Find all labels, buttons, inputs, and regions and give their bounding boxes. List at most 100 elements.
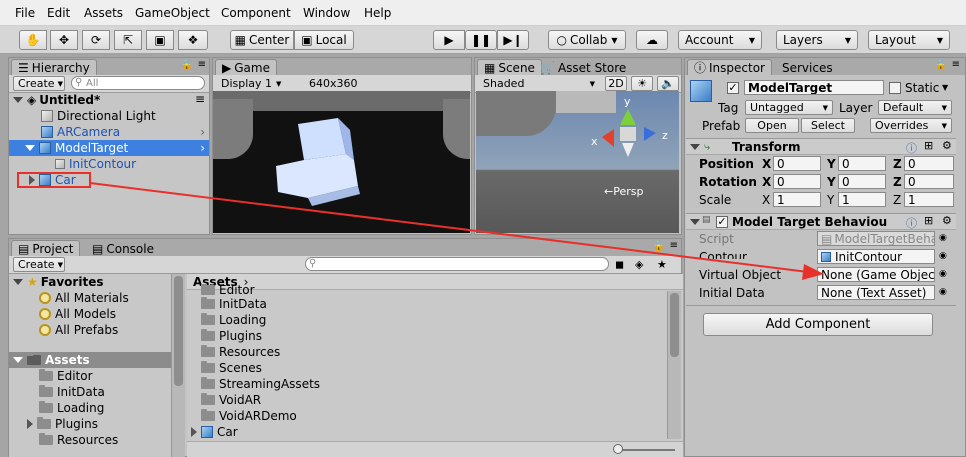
display-dropdown[interactable]: Display 1 ▼ bbox=[217, 76, 285, 91]
prefab-overrides-dropdown[interactable]: Overrides ▼ bbox=[870, 118, 952, 133]
hierarchy-item-arcamera[interactable]: ARCamera › bbox=[9, 124, 209, 140]
hierarchy-item-initcontour[interactable]: InitContour bbox=[9, 156, 209, 172]
file-scroll-thumb[interactable] bbox=[670, 293, 679, 357]
asset-tree-item[interactable]: Editor bbox=[9, 368, 171, 384]
menu-window[interactable]: Window bbox=[303, 6, 350, 20]
hand-tool-button[interactable]: ✋ bbox=[19, 30, 47, 50]
initial-data-field[interactable]: None (Text Asset) bbox=[817, 285, 935, 300]
hierarchy-search-input[interactable]: ⚲ All bbox=[71, 76, 205, 90]
file-row[interactable]: Scenes bbox=[187, 360, 683, 376]
expand-icon[interactable] bbox=[13, 97, 23, 103]
target-icon[interactable]: ◉ bbox=[939, 251, 947, 261]
favorite-star-icon[interactable]: ★ bbox=[657, 258, 667, 271]
filter-type-icon[interactable]: ◼ bbox=[615, 258, 624, 271]
rotation-z-field[interactable]: 0 bbox=[904, 174, 954, 189]
favorites-header[interactable]: ★ Favorites bbox=[9, 274, 171, 290]
pivot-toggle[interactable]: ▦ Center bbox=[230, 30, 294, 50]
tab-console[interactable]: ▤ Console bbox=[85, 240, 161, 256]
menu-gameobject[interactable]: GameObject bbox=[135, 6, 210, 20]
zoom-slider-handle[interactable] bbox=[613, 444, 623, 454]
file-row[interactable]: Plugins bbox=[187, 328, 683, 344]
file-row[interactable]: InitData bbox=[187, 296, 683, 312]
space-toggle[interactable]: ▣ Local bbox=[294, 30, 354, 50]
scene-row[interactable]: ◈ Untitled* ≡ bbox=[9, 92, 209, 108]
audio-toggle[interactable]: 🔈 bbox=[657, 76, 679, 91]
menu-assets[interactable]: Assets bbox=[84, 6, 123, 20]
tab-project[interactable]: ▤ Project bbox=[11, 240, 81, 256]
expand-icon[interactable] bbox=[690, 144, 700, 150]
active-checkbox[interactable]: ✓ bbox=[727, 82, 739, 94]
chevron-right-icon[interactable]: › bbox=[200, 125, 205, 139]
hierarchy-item-modeltarget[interactable]: ModelTarget › bbox=[9, 140, 209, 156]
account-dropdown[interactable]: Account ▼ bbox=[678, 30, 762, 50]
contour-field[interactable]: InitContour bbox=[817, 249, 935, 264]
scene-gizmo[interactable]: y x z bbox=[588, 95, 678, 175]
create-dropdown[interactable]: Create ▼ bbox=[13, 76, 65, 91]
rect-tool-button[interactable]: ▣ bbox=[146, 30, 174, 50]
position-z-field[interactable]: 0 bbox=[904, 156, 954, 171]
resolution-dropdown[interactable]: 640x360 bbox=[305, 76, 385, 91]
chevron-down-icon[interactable]: ▼ bbox=[942, 83, 948, 92]
file-list-scrollbar[interactable] bbox=[667, 291, 681, 439]
preset-icon[interactable]: ⊞ bbox=[924, 139, 933, 152]
chevron-right-icon[interactable]: › bbox=[200, 141, 205, 155]
asset-tree-item[interactable]: InitData bbox=[9, 384, 171, 400]
component-header[interactable]: ▤ ✓ Model Target Behaviou ⓘ ⊞ ⚙ bbox=[686, 213, 956, 230]
transform-tool-button[interactable]: ❖ bbox=[178, 30, 208, 50]
file-row[interactable]: Loading bbox=[187, 312, 683, 328]
rotation-y-field[interactable]: 0 bbox=[838, 174, 886, 189]
rotation-x-field[interactable]: 0 bbox=[773, 174, 821, 189]
tree-scroll-thumb[interactable] bbox=[174, 276, 183, 386]
menu-component[interactable]: Component bbox=[221, 6, 291, 20]
step-button[interactable]: ▶❙ bbox=[497, 30, 529, 50]
gear-icon[interactable]: ⚙ bbox=[942, 139, 952, 152]
position-y-field[interactable]: 0 bbox=[838, 156, 886, 171]
expand-icon[interactable] bbox=[191, 427, 197, 437]
scale-tool-button[interactable]: ⇱ bbox=[114, 30, 142, 50]
favorite-item[interactable]: All Prefabs bbox=[9, 322, 171, 338]
tab-hierarchy[interactable]: ☰ Hierarchy bbox=[11, 59, 97, 75]
menu-file[interactable]: File bbox=[15, 6, 35, 20]
position-x-field[interactable]: 0 bbox=[773, 156, 821, 171]
shading-dropdown[interactable]: Shaded ▼ bbox=[479, 76, 599, 91]
project-create-dropdown[interactable]: Create ▼ bbox=[13, 257, 65, 272]
menu-help[interactable]: Help bbox=[364, 6, 391, 20]
scale-z-field[interactable]: 1 bbox=[904, 192, 954, 207]
add-component-button[interactable]: Add Component bbox=[703, 313, 933, 336]
move-tool-button[interactable]: ✥ bbox=[50, 30, 78, 50]
pause-button[interactable]: ❚❚ bbox=[465, 30, 497, 50]
component-enabled-checkbox[interactable]: ✓ bbox=[716, 216, 728, 228]
file-row[interactable]: Editor bbox=[187, 284, 683, 296]
filter-label-icon[interactable]: ◈ bbox=[635, 258, 643, 271]
expand-icon[interactable] bbox=[13, 357, 23, 363]
tab-inspector[interactable]: ⓘ Inspector bbox=[687, 59, 772, 75]
favorite-item[interactable]: All Models bbox=[9, 306, 171, 322]
expand-icon[interactable] bbox=[25, 145, 35, 151]
asset-tree-item[interactable]: Plugins bbox=[9, 416, 171, 432]
static-checkbox[interactable] bbox=[889, 82, 901, 94]
menu-edit[interactable]: Edit bbox=[47, 6, 70, 20]
lock-icon[interactable]: 🔒 bbox=[653, 241, 665, 252]
game-viewport[interactable] bbox=[213, 91, 470, 233]
panel-menu-icon[interactable]: ≡ bbox=[198, 59, 206, 70]
lighting-toggle[interactable]: ☀ bbox=[631, 76, 653, 91]
virtual-object-field[interactable]: None (Game Object bbox=[817, 267, 935, 282]
tree-scrollbar[interactable] bbox=[171, 274, 185, 457]
panel-menu-icon[interactable]: ≡ bbox=[952, 59, 960, 70]
file-row[interactable]: VoidARDemo bbox=[187, 408, 683, 424]
layer-dropdown[interactable]: Default ▼ bbox=[878, 100, 952, 115]
scene-viewport[interactable]: y x z ←Persp bbox=[476, 91, 679, 233]
prefab-select-button[interactable]: Select bbox=[801, 118, 855, 133]
assets-root[interactable]: Assets bbox=[9, 352, 171, 368]
hierarchy-item-car[interactable]: Car bbox=[17, 172, 91, 188]
tag-dropdown[interactable]: Untagged ▼ bbox=[745, 100, 833, 115]
expand-icon[interactable] bbox=[27, 419, 33, 429]
expand-icon[interactable] bbox=[29, 175, 35, 185]
tab-services[interactable]: Services bbox=[775, 59, 840, 75]
asset-tree-item[interactable]: Resources bbox=[9, 432, 171, 448]
gear-icon[interactable]: ⚙ bbox=[942, 214, 952, 227]
project-search-input[interactable]: ⚲ bbox=[305, 257, 609, 271]
file-row[interactable]: Resources bbox=[187, 344, 683, 360]
rotate-tool-button[interactable]: ⟳ bbox=[82, 30, 110, 50]
help-icon[interactable]: ⓘ bbox=[906, 140, 917, 156]
